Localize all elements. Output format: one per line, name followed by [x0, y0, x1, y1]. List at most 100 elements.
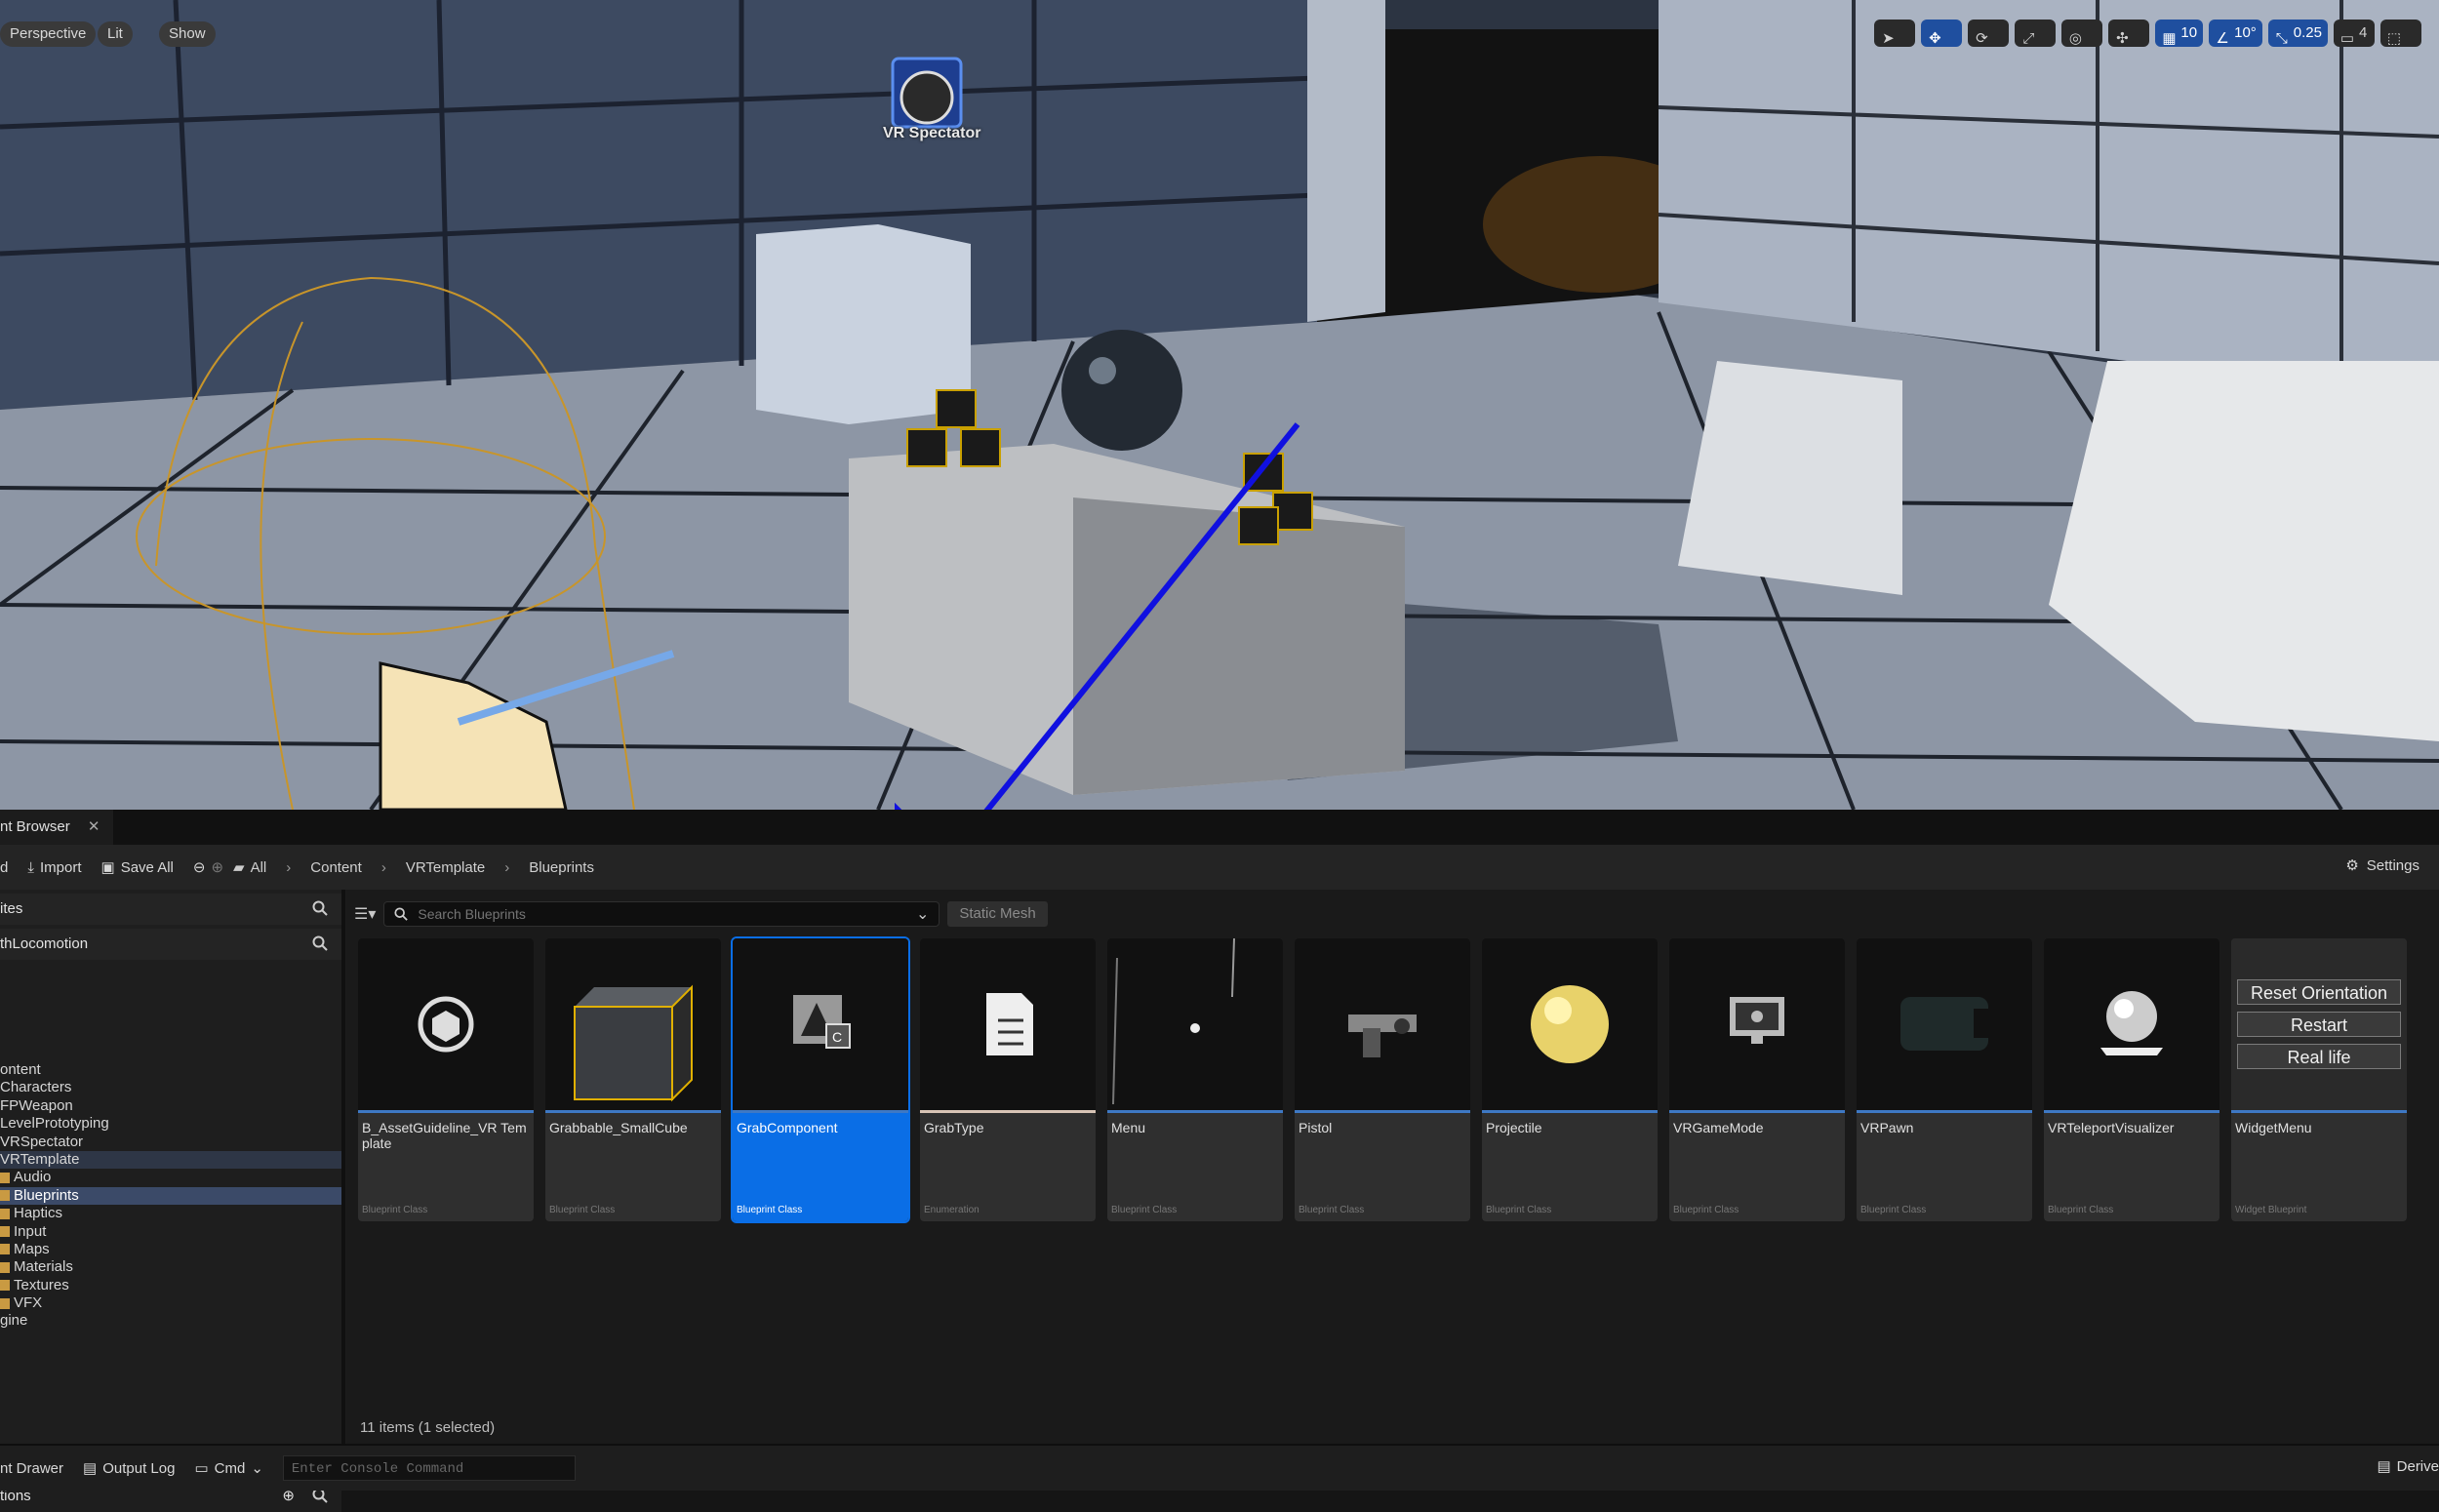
tree-item[interactable]: VRTemplate [0, 1150, 341, 1170]
asset-tile[interactable]: Menu Blueprint Class [1107, 938, 1283, 1221]
asset-type-bar [1669, 1110, 1845, 1113]
tree-item-label: Textures [14, 1276, 69, 1293]
grid-snap-value: 10 [2180, 24, 2198, 41]
history-forward-button[interactable]: ⊕ [211, 858, 223, 876]
move-icon: ✥ [1929, 30, 1941, 47]
camera-speed-value: 4 [2359, 24, 2368, 41]
asset-tile[interactable]: B_AssetGuideline_VR Template Blueprint Cl… [358, 938, 534, 1221]
tree-item[interactable]: Materials [0, 1258, 341, 1276]
tree-item[interactable]: FPWeapon [0, 1097, 341, 1115]
asset-tile[interactable]: Reset Orientation Restart Real life WidgetM… [2231, 938, 2407, 1221]
asset-search-box[interactable]: ⌄ [383, 901, 940, 927]
asset-type-bar [920, 1110, 1096, 1113]
surface-snap-button[interactable]: ✣ [2108, 20, 2150, 47]
asset-tile[interactable]: VRGameMode Blueprint Class [1669, 938, 1845, 1221]
cube-outline-icon [418, 996, 474, 1053]
sources-panel: ites thLocomotion ontent Characters FPWeap… [0, 890, 345, 1512]
breadcrumb-vrtemplate[interactable]: VRTemplate [406, 859, 485, 876]
asset-tile[interactable]: VRPawn Blueprint Class [1857, 938, 2032, 1221]
content-browser-tab[interactable]: nt Browser ✕ [0, 810, 114, 845]
add-button[interactable]: d [0, 859, 8, 876]
camera-speed-button[interactable]: ▭ 4 [2334, 20, 2375, 47]
chevron-right-icon[interactable]: › [286, 859, 291, 876]
rotate-tool-button[interactable]: ⟳ [1968, 20, 2010, 47]
rotation-snap-button[interactable]: ∠ 10° [2209, 20, 2262, 47]
tree-item[interactable]: VRSpectator [0, 1134, 341, 1151]
chevron-right-icon[interactable]: › [504, 859, 509, 876]
grid-snap-button[interactable]: ▦ 10 [2155, 20, 2204, 47]
translate-tool-button[interactable]: ✥ [1921, 20, 1963, 47]
console-input[interactable]: Enter Console Command [282, 1455, 576, 1481]
tree-item[interactable]: VFX [0, 1294, 341, 1312]
filter-icon[interactable]: ☰▾ [354, 904, 376, 924]
asset-thumbnail [920, 938, 1096, 1110]
tree-item[interactable]: LevelPrototyping [0, 1115, 341, 1133]
tree-item[interactable]: Characters [0, 1079, 341, 1096]
add-label: d [0, 858, 9, 876]
derived-data-button[interactable]: ▤ Derive [2377, 1457, 2439, 1476]
maximize-icon: ⬚ [2386, 30, 2402, 47]
chevron-right-icon[interactable]: › [381, 859, 386, 876]
search-icon[interactable] [312, 935, 328, 951]
asset-tile[interactable]: GrabType Enumeration [920, 938, 1096, 1221]
asset-name: Pistol [1299, 1120, 1333, 1135]
asset-tile[interactable]: Projectile Blueprint Class [1482, 938, 1658, 1221]
asset-thumbnail [1295, 938, 1470, 1110]
close-icon[interactable]: ✕ [88, 818, 100, 835]
tree-item[interactable]: Maps [0, 1241, 341, 1258]
scale-snap-button[interactable]: ⤡ 0.25 [2267, 20, 2328, 47]
tree-item[interactable]: Input [0, 1223, 341, 1241]
content-drawer-button[interactable]: nt Drawer [0, 1460, 63, 1477]
asset-tile[interactable]: Pistol Blueprint Class [1295, 938, 1470, 1221]
breadcrumb-all[interactable]: All [251, 859, 267, 876]
asset-thumbnail [358, 938, 534, 1110]
asset-type: Blueprint Class [1673, 1205, 1739, 1215]
tree-item[interactable]: Blueprints [0, 1186, 341, 1206]
level-viewport[interactable]: Perspective Lit Show VR Spectator ➤ ✥ ⟳ … [0, 0, 2439, 810]
game-mode-icon [1730, 997, 1784, 1044]
search-input[interactable] [416, 905, 908, 923]
search-icon[interactable] [312, 900, 328, 916]
asset-tile[interactable]: Grabbable_SmallCube Blueprint Class [545, 938, 721, 1221]
tree-item[interactable]: Audio [0, 1169, 341, 1186]
show-button[interactable]: Show [159, 21, 216, 47]
derived-data-icon: ▤ [2377, 1458, 2391, 1475]
menu-thumbnail [1112, 938, 1235, 1105]
favorites-header[interactable]: ites [0, 894, 341, 925]
asset-tile[interactable]: VRTeleportVisualizer Blueprint Class [2044, 938, 2219, 1221]
world-local-toggle[interactable]: ◎ [2061, 20, 2103, 47]
import-button[interactable]: ⤓ Import [27, 859, 81, 876]
tree-item-label: Maps [14, 1240, 50, 1257]
items-count: 11 items (1 selected) [360, 1419, 496, 1436]
lit-button[interactable]: Lit [98, 21, 133, 47]
cmd-dropdown[interactable]: ▭ Cmd ⌄ [194, 1459, 262, 1478]
asset-type: Blueprint Class [1486, 1205, 1552, 1215]
rotation-snap-value: 10° [2234, 24, 2257, 41]
drawer-label: nt Drawer [0, 1459, 64, 1477]
tree-item[interactable]: Textures [0, 1277, 341, 1294]
settings-button[interactable]: ⚙ Settings [2345, 856, 2419, 875]
breadcrumb-content[interactable]: Content [310, 859, 362, 876]
scale-tool-button[interactable]: ⤢ [2015, 20, 2057, 47]
breadcrumb-blueprints[interactable]: Blueprints [529, 859, 594, 876]
viewport-options-button[interactable]: ⬚ [2380, 20, 2421, 47]
tree-item[interactable]: Haptics [0, 1205, 341, 1222]
history-back-button[interactable]: ⊖ [193, 858, 206, 876]
forward-arrow-icon: ⊕ [211, 859, 224, 876]
asset-type: Blueprint Class [362, 1205, 428, 1215]
save-all-button[interactable]: ▣ Save All [101, 858, 174, 877]
output-log-button[interactable]: ▤ Output Log [83, 1459, 175, 1478]
tree-item[interactable]: ontent [0, 1061, 341, 1079]
tree-item-label: gine [0, 1312, 28, 1330]
tree-item[interactable]: gine [0, 1312, 341, 1330]
perspective-button[interactable]: Perspective [0, 21, 97, 47]
chevron-down-icon[interactable]: ⌄ [916, 904, 929, 924]
gear-icon: ⚙ [2345, 857, 2359, 874]
asset-tile[interactable]: C GrabComponent Blueprint Class [731, 936, 910, 1223]
static-mesh-filter-chip[interactable]: Static Mesh [947, 901, 1048, 927]
select-tool-button[interactable]: ➤ [1874, 20, 1916, 47]
project-header[interactable]: thLocomotion [0, 929, 341, 960]
folder-icon [0, 1226, 10, 1238]
log-icon: ▤ [83, 1460, 98, 1477]
asset-type: Blueprint Class [1299, 1205, 1365, 1215]
